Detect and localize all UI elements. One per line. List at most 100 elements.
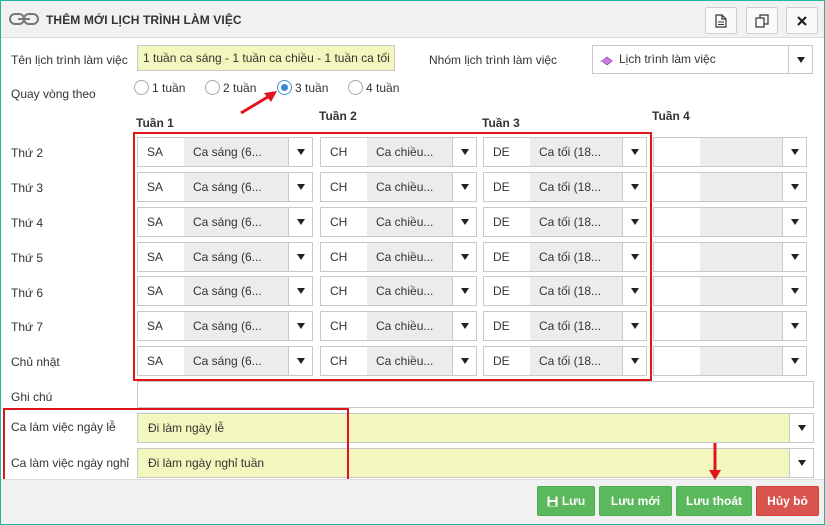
- shift-code[interactable]: [654, 312, 700, 340]
- shift-code[interactable]: DE: [484, 138, 530, 166]
- chevron-down-icon[interactable]: [288, 208, 312, 236]
- chevron-down-icon[interactable]: [782, 173, 806, 201]
- chevron-down-icon[interactable]: [452, 208, 476, 236]
- note-input[interactable]: [137, 381, 814, 408]
- shift-cell[interactable]: DE Ca tối (18...: [483, 276, 647, 306]
- shift-code[interactable]: DE: [484, 347, 530, 375]
- shift-cell[interactable]: SA Ca sáng (6...: [137, 172, 313, 202]
- chevron-down-icon[interactable]: [788, 46, 812, 73]
- shift-code[interactable]: CH: [321, 312, 367, 340]
- chevron-down-icon[interactable]: [782, 347, 806, 375]
- chevron-down-icon[interactable]: [622, 208, 646, 236]
- chevron-down-icon[interactable]: [452, 312, 476, 340]
- shift-code[interactable]: CH: [321, 277, 367, 305]
- shift-cell[interactable]: SA Ca sáng (6...: [137, 311, 313, 341]
- copy-button[interactable]: [746, 7, 778, 34]
- shift-cell[interactable]: SA Ca sáng (6...: [137, 137, 313, 167]
- shift-cell[interactable]: CH Ca chiều...: [320, 207, 477, 237]
- shift-cell[interactable]: [653, 242, 807, 272]
- shift-cell[interactable]: [653, 276, 807, 306]
- shift-code[interactable]: [654, 277, 700, 305]
- chevron-down-icon[interactable]: [288, 347, 312, 375]
- chevron-down-icon[interactable]: [782, 277, 806, 305]
- save-exit-button[interactable]: Lưu thoát: [676, 486, 752, 516]
- rotation-radio-4[interactable]: 4 tuần: [348, 80, 399, 95]
- shift-cell[interactable]: SA Ca sáng (6...: [137, 346, 313, 376]
- chevron-down-icon[interactable]: [288, 277, 312, 305]
- shift-code[interactable]: SA: [138, 277, 184, 305]
- shift-code[interactable]: SA: [138, 243, 184, 271]
- chevron-down-icon[interactable]: [782, 312, 806, 340]
- chevron-down-icon[interactable]: [452, 347, 476, 375]
- shift-cell[interactable]: DE Ca tối (18...: [483, 172, 647, 202]
- document-button[interactable]: [705, 7, 737, 34]
- shift-cell[interactable]: DE Ca tối (18...: [483, 242, 647, 272]
- shift-code[interactable]: DE: [484, 312, 530, 340]
- shift-cell[interactable]: SA Ca sáng (6...: [137, 276, 313, 306]
- shift-code[interactable]: CH: [321, 173, 367, 201]
- chevron-down-icon[interactable]: [622, 277, 646, 305]
- shift-code[interactable]: [654, 347, 700, 375]
- shift-cell[interactable]: CH Ca chiều...: [320, 311, 477, 341]
- shift-code[interactable]: SA: [138, 138, 184, 166]
- shift-cell[interactable]: [653, 207, 807, 237]
- chevron-down-icon[interactable]: [782, 208, 806, 236]
- chevron-down-icon[interactable]: [452, 173, 476, 201]
- shift-cell[interactable]: [653, 137, 807, 167]
- shift-cell[interactable]: SA Ca sáng (6...: [137, 242, 313, 272]
- shift-cell[interactable]: DE Ca tối (18...: [483, 137, 647, 167]
- shift-cell[interactable]: [653, 172, 807, 202]
- shift-cell[interactable]: CH Ca chiều...: [320, 276, 477, 306]
- rotation-radio-1[interactable]: 1 tuần: [134, 80, 185, 95]
- shift-code[interactable]: DE: [484, 173, 530, 201]
- shift-code[interactable]: CH: [321, 243, 367, 271]
- shift-cell[interactable]: [653, 311, 807, 341]
- shift-code[interactable]: CH: [321, 208, 367, 236]
- chevron-down-icon[interactable]: [622, 173, 646, 201]
- shift-code[interactable]: SA: [138, 208, 184, 236]
- shift-cell[interactable]: CH Ca chiều...: [320, 137, 477, 167]
- save-new-button[interactable]: Lưu mới: [599, 486, 672, 516]
- shift-code[interactable]: SA: [138, 173, 184, 201]
- shift-code[interactable]: DE: [484, 243, 530, 271]
- chevron-down-icon[interactable]: [622, 312, 646, 340]
- chevron-down-icon[interactable]: [622, 347, 646, 375]
- shift-code[interactable]: [654, 138, 700, 166]
- shift-cell[interactable]: SA Ca sáng (6...: [137, 207, 313, 237]
- chevron-down-icon[interactable]: [288, 243, 312, 271]
- shift-code[interactable]: CH: [321, 347, 367, 375]
- chevron-down-icon[interactable]: [782, 243, 806, 271]
- chevron-down-icon[interactable]: [288, 138, 312, 166]
- close-button[interactable]: [786, 7, 818, 34]
- shift-cell[interactable]: CH Ca chiều...: [320, 346, 477, 376]
- shift-cell[interactable]: DE Ca tối (18...: [483, 346, 647, 376]
- chevron-down-icon[interactable]: [452, 138, 476, 166]
- shift-code[interactable]: DE: [484, 208, 530, 236]
- shift-cell[interactable]: DE Ca tối (18...: [483, 311, 647, 341]
- chevron-down-icon[interactable]: [789, 414, 813, 442]
- chevron-down-icon[interactable]: [452, 243, 476, 271]
- rotation-radio-3[interactable]: 3 tuần: [277, 80, 328, 95]
- shift-cell[interactable]: CH Ca chiều...: [320, 172, 477, 202]
- shift-code[interactable]: SA: [138, 347, 184, 375]
- shift-code[interactable]: CH: [321, 138, 367, 166]
- shift-code[interactable]: SA: [138, 312, 184, 340]
- chevron-down-icon[interactable]: [452, 277, 476, 305]
- holiday-select[interactable]: Đi làm ngày lễ: [137, 413, 814, 443]
- chevron-down-icon[interactable]: [622, 243, 646, 271]
- shift-cell[interactable]: CH Ca chiều...: [320, 242, 477, 272]
- shift-code[interactable]: DE: [484, 277, 530, 305]
- shift-code[interactable]: [654, 243, 700, 271]
- shift-cell[interactable]: [653, 346, 807, 376]
- chevron-down-icon[interactable]: [782, 138, 806, 166]
- group-select[interactable]: Lịch trình làm việc: [592, 45, 813, 74]
- chevron-down-icon[interactable]: [789, 449, 813, 477]
- shift-code[interactable]: [654, 208, 700, 236]
- chevron-down-icon[interactable]: [288, 312, 312, 340]
- chevron-down-icon[interactable]: [288, 173, 312, 201]
- chevron-down-icon[interactable]: [622, 138, 646, 166]
- shift-cell[interactable]: DE Ca tối (18...: [483, 207, 647, 237]
- shift-code[interactable]: [654, 173, 700, 201]
- cancel-button[interactable]: Hủy bỏ: [756, 486, 819, 516]
- schedule-name-input[interactable]: [137, 45, 395, 71]
